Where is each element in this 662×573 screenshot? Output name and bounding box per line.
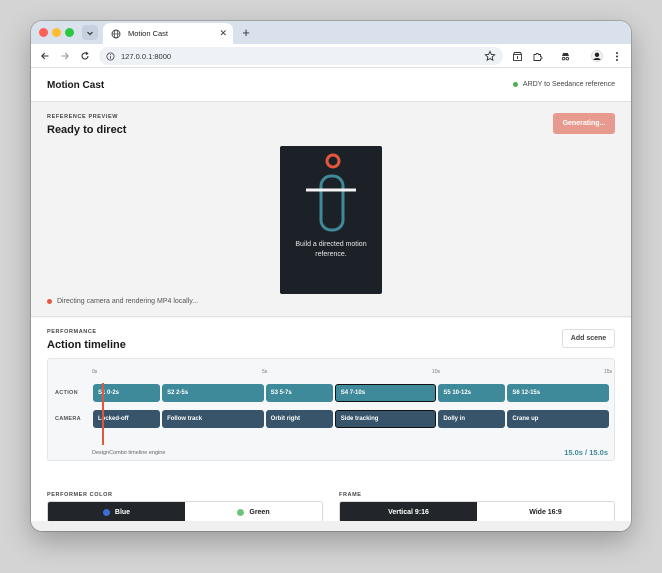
extension-button[interactable] — [509, 48, 525, 64]
frame-option-wide[interactable]: Wide 16:9 — [477, 502, 614, 522]
color-option-green[interactable]: Green — [185, 502, 322, 522]
action-clip[interactable]: S6 12-15s — [507, 384, 609, 402]
render-status: Directing camera and rendering MP4 local… — [47, 298, 198, 305]
performer-figure-icon — [306, 153, 356, 232]
profile-button[interactable] — [589, 48, 605, 64]
browser-toolbar: 127.0.0.1:8000 — [31, 44, 631, 68]
camera-row-label: CAMERA — [55, 416, 81, 422]
playhead[interactable] — [102, 383, 105, 445]
bookmark-star-icon[interactable] — [484, 50, 496, 62]
color-swatch — [102, 508, 110, 516]
add-scene-button[interactable]: Add scene — [562, 329, 615, 348]
extensions-menu-button[interactable] — [529, 48, 545, 64]
ruler-tick: 0s — [92, 369, 98, 375]
action-track: S1 0-2s S2 2-5s S3 5-7s S4 7-10s S5 10-12s S6… — [92, 384, 610, 402]
frame-label: FRAME — [339, 492, 362, 498]
ruler-tick: 10s — [432, 369, 441, 375]
incognito-button[interactable] — [557, 48, 573, 64]
url-text: 127.0.0.1:8000 — [121, 51, 172, 61]
app-title: Motion Cast — [47, 80, 105, 91]
camera-clip[interactable]: Orbit right — [265, 410, 333, 428]
app-header: Motion Cast ARDY to Seedance reference — [31, 68, 631, 102]
color-option-label: Blue — [114, 508, 131, 516]
render-status-dot-icon — [47, 299, 52, 304]
preview-heading: Ready to direct — [47, 124, 127, 136]
color-option-blue[interactable]: Blue — [48, 502, 185, 522]
close-window-button[interactable] — [39, 28, 48, 37]
performance-section: PERFORMANCE Action timeline Add scene 0s… — [31, 318, 631, 531]
timeline-heading: Action timeline — [47, 339, 126, 351]
site-info-icon[interactable] — [106, 51, 115, 61]
close-tab-icon[interactable]: ✕ — [219, 29, 227, 38]
reload-icon — [81, 51, 89, 60]
render-status-text: Directing camera and rendering MP4 local… — [57, 298, 199, 305]
camera-clip[interactable]: Side tracking — [334, 410, 437, 428]
status-dot-icon — [512, 82, 518, 87]
camera-clip[interactable]: Follow track — [162, 410, 264, 428]
camera-track: Locked-off Follow track Orbit right Side tr… — [92, 410, 610, 428]
browser-window: Motion Cast ✕ + 127.0.0.1:8000 Motion Ca… — [31, 21, 631, 531]
back-button[interactable] — [37, 48, 53, 64]
connection-status: ARDY to Seedance reference — [512, 81, 615, 88]
status-text: ARDY to Seedance reference — [522, 81, 615, 88]
performer-color-label: PERFORMER COLOR — [47, 492, 113, 498]
camera-clip[interactable]: Crane up — [507, 410, 609, 428]
frame-selector: Vertical 9:16 Wide 16:9 — [339, 501, 615, 523]
engine-label: DesignCombo timeline engine — [92, 450, 166, 456]
ruler-tick: 15s — [604, 369, 613, 375]
puzzle-icon — [533, 52, 542, 61]
forward-button[interactable] — [57, 48, 73, 64]
tab-search-button[interactable] — [82, 25, 98, 40]
performance-eyebrow: PERFORMANCE — [47, 329, 97, 335]
incognito-icon — [561, 52, 569, 60]
extension-store-icon — [512, 51, 522, 61]
ruler-tick: 5s — [262, 369, 268, 375]
action-clip[interactable]: S3 5-7s — [265, 384, 333, 402]
address-bar[interactable]: 127.0.0.1:8000 — [99, 47, 503, 65]
arrow-right-icon — [61, 52, 69, 60]
color-swatch — [237, 508, 245, 516]
maximize-window-button[interactable] — [65, 28, 74, 37]
reference-preview-section: REFERENCE PREVIEW Ready to direct Genera… — [31, 102, 631, 317]
preview-video: Build a directed motion reference. — [280, 146, 382, 294]
action-row-label: ACTION — [55, 390, 78, 396]
avatar-icon — [591, 50, 603, 62]
camera-clip[interactable]: Dolly in — [438, 410, 506, 428]
frame-option-vertical[interactable]: Vertical 9:16 — [340, 502, 477, 522]
generate-button[interactable]: Generating... — [553, 113, 615, 134]
action-clip[interactable]: S4 7-10s — [334, 384, 437, 402]
performer-color-selector: Blue Green — [47, 501, 323, 523]
action-clip[interactable]: S5 10-12s — [438, 384, 506, 402]
action-clip[interactable]: S2 2-5s — [162, 384, 264, 402]
color-option-label: Green — [249, 508, 270, 516]
kebab-menu-icon — [616, 51, 618, 61]
preview-caption: Build a directed motion reference. — [295, 241, 367, 258]
globe-icon — [111, 29, 121, 39]
browser-tab[interactable]: Motion Cast ✕ — [103, 23, 233, 44]
new-tab-button[interactable]: + — [238, 24, 254, 40]
reload-button[interactable] — [77, 48, 93, 64]
tab-strip: Motion Cast ✕ + — [31, 21, 631, 44]
time-readout: 15.0s / 15.0s — [564, 448, 608, 457]
action-timeline[interactable]: 0s 5s 10s 15s ACTION S1 0-2s S2 2-5s S3 5-… — [47, 358, 615, 461]
browser-menu-button[interactable] — [609, 48, 625, 64]
window-bottom-edge — [31, 521, 631, 531]
chevron-down-icon — [87, 31, 93, 35]
minimize-window-button[interactable] — [52, 28, 61, 37]
tab-title: Motion Cast — [128, 29, 169, 38]
arrow-left-icon — [41, 52, 49, 60]
preview-eyebrow: REFERENCE PREVIEW — [47, 114, 119, 120]
